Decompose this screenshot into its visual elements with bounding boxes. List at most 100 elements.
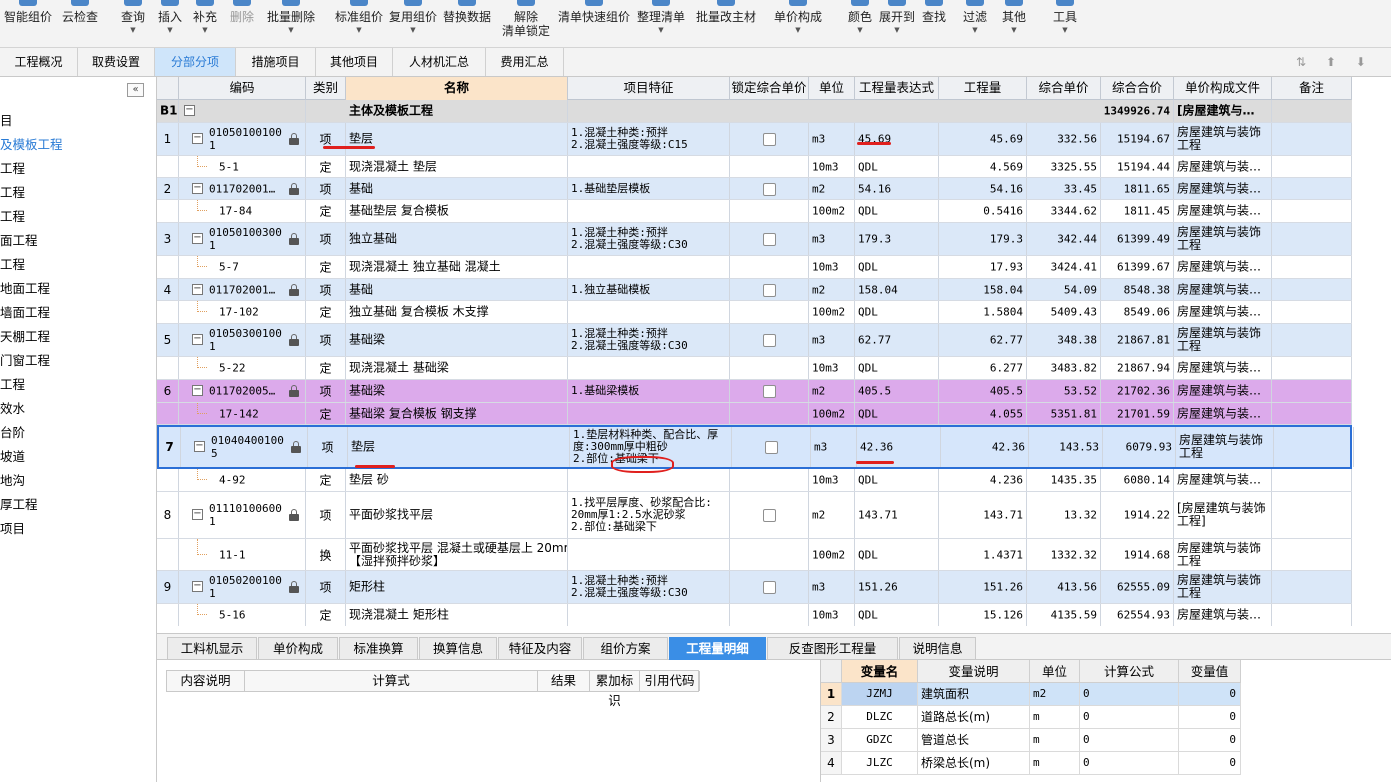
header-lock[interactable]: 锁定综合单价	[730, 77, 809, 100]
bottom-tab-5[interactable]: 组价方案	[583, 637, 668, 660]
header-feat[interactable]: 项目特征	[568, 77, 730, 100]
header-note[interactable]: 备注	[1272, 77, 1352, 100]
bottom-tab-6[interactable]: 工程量明细	[669, 637, 766, 660]
table-row[interactable]: 5-1 定 现浇混凝土 垫层 10m3 QDL 4.569 3325.55 15194.44 房…	[157, 156, 1352, 178]
toolbar-button-14[interactable]: 单价构成 ▼	[768, 0, 828, 34]
tab-2[interactable]: 分部分项	[155, 48, 236, 76]
table-row[interactable]: 4 −011702001… 项 基础 1.独立基础模板 m2 158.04 158.04 54.…	[157, 279, 1352, 301]
header-file[interactable]: 单价构成文件	[1174, 77, 1272, 100]
var-header-0[interactable]: 变量名	[842, 660, 918, 683]
tree-item[interactable]: 墙面工程	[0, 302, 50, 321]
var-cell[interactable]: m	[1030, 752, 1080, 774]
var-cell[interactable]: 桥梁总长(m)	[918, 752, 1030, 774]
var-cell[interactable]: 0	[1080, 706, 1179, 728]
header-unit[interactable]: 单位	[809, 77, 855, 100]
bottom-tab-3[interactable]: 换算信息	[419, 637, 497, 660]
var-cell[interactable]: 0	[1080, 729, 1179, 751]
bottom-tab-7[interactable]: 反查图形工程量	[767, 637, 898, 660]
toolbar-button-0[interactable]: 智能组价	[0, 0, 56, 24]
header-price[interactable]: 综合单价	[1027, 77, 1101, 100]
collapse-panel-icon[interactable]: «	[127, 83, 144, 97]
var-row[interactable]: 2 DLZC 道路总长(m) m 0 0	[821, 706, 1241, 729]
tab-0[interactable]: 工程概况	[0, 48, 78, 76]
tree-item[interactable]: 工程	[0, 374, 25, 393]
collapse-node-icon[interactable]: −	[194, 441, 205, 452]
tree-item[interactable]: 工程	[0, 158, 25, 177]
header-expr[interactable]: 工程量表达式	[855, 77, 939, 100]
tab-4[interactable]: 其他项目	[316, 48, 393, 76]
tree-item[interactable]: 台阶	[0, 422, 25, 441]
collapse-node-icon[interactable]: −	[192, 509, 203, 520]
lock-price-checkbox[interactable]	[765, 441, 778, 454]
calc-header-0[interactable]: 内容说明	[167, 671, 245, 691]
tree-item[interactable]: 门窗工程	[0, 350, 50, 369]
lock-price-checkbox[interactable]	[763, 581, 776, 594]
tree-item[interactable]: 地面工程	[0, 278, 50, 297]
var-row[interactable]: 1 JZMJ 建筑面积 m2 0 0	[821, 683, 1241, 706]
table-row[interactable]: 17-142 定 基础梁 复合模板 钢支撑 100m2 QDL 4.055 5351.81 2…	[157, 403, 1352, 425]
header-seq[interactable]	[157, 77, 179, 100]
var-cell[interactable]: GDZC	[842, 729, 918, 751]
toolbar-button-7[interactable]: 标准组价 ▼	[331, 0, 387, 34]
var-cell[interactable]: m2	[1030, 683, 1080, 705]
bottom-tab-4[interactable]: 特征及内容	[498, 637, 582, 660]
tree-item[interactable]: 工程	[0, 254, 25, 273]
toolbar-button-11[interactable]: 清单快速组价	[556, 0, 632, 24]
tree-item[interactable]: 地沟	[0, 470, 25, 489]
toolbar-button-8[interactable]: 复用组价 ▼	[387, 0, 439, 34]
tree-item[interactable]: 工程	[0, 182, 25, 201]
var-cell[interactable]: 建筑面积	[918, 683, 1030, 705]
table-row[interactable]: 6 −011702005… 项 基础梁 1.基础梁模板 m2 405.5 405.5 53.52…	[157, 380, 1352, 403]
toolbar-button-3[interactable]: 插入 ▼	[155, 0, 185, 34]
var-cell[interactable]: 0	[1080, 752, 1179, 774]
collapse-node-icon[interactable]: −	[192, 581, 203, 592]
toolbar-button-6[interactable]: 批量删除 ▼	[265, 0, 317, 34]
table-row[interactable]: 5-7 定 现浇混凝土 独立基础 混凝土 10m3 QDL 17.93 3424.41 613…	[157, 256, 1352, 279]
var-cell[interactable]: JZMJ	[842, 683, 918, 705]
table-row[interactable]: 1 −01050100100 1 项 垫层 1.混凝土种类:预拌 2.混凝土强度等级:C…	[157, 123, 1352, 156]
table-row[interactable]: 5 −01050300100 1 项 基础梁 1.混凝土种类:预拌 2.混凝土强度等级:…	[157, 324, 1352, 357]
tab-5[interactable]: 人材机汇总	[393, 48, 486, 76]
tab-6[interactable]: 费用汇总	[486, 48, 564, 76]
var-cell[interactable]: 0	[1179, 752, 1241, 774]
tree-item[interactable]: 厚工程	[0, 494, 38, 513]
header-total[interactable]: 综合合价	[1101, 77, 1174, 100]
collapse-node-icon[interactable]: −	[192, 283, 203, 295]
table-row[interactable]: 8 −01110100600 1 项 平面砂浆找平层 1.找平层厚度、砂浆配合比: 20…	[157, 492, 1352, 539]
calc-header-3[interactable]: 累加标识	[590, 671, 640, 708]
tree-item[interactable]: 天棚工程	[0, 326, 50, 345]
collapse-node-icon[interactable]: −	[192, 334, 203, 345]
row-move-arrows[interactable]: ⇅ ⬆ ⬇ ⇥	[1296, 48, 1391, 97]
collapse-node-icon[interactable]: −	[192, 133, 203, 144]
toolbar-button-1[interactable]: 云检查	[58, 0, 102, 24]
header-qty[interactable]: 工程量	[939, 77, 1027, 100]
lock-price-checkbox[interactable]	[763, 334, 776, 347]
bottom-tab-0[interactable]: 工料机显示	[167, 637, 257, 660]
collapse-node-icon[interactable]: −	[192, 182, 203, 194]
toolbar-button-18[interactable]: 过滤 ▼	[960, 0, 990, 34]
var-cell[interactable]: 0	[1080, 683, 1179, 705]
toolbar-button-5[interactable]: 删除	[228, 0, 256, 24]
lock-price-checkbox[interactable]	[763, 283, 776, 297]
tab-1[interactable]: 取费设置	[78, 48, 155, 76]
header-code[interactable]: 编码	[179, 77, 306, 100]
var-cell[interactable]: DLZC	[842, 706, 918, 728]
tree-item[interactable]: 目	[0, 110, 13, 129]
tree-item[interactable]: 面工程	[0, 230, 38, 249]
toolbar-button-12[interactable]: 整理清单 ▼	[635, 0, 687, 34]
table-row[interactable]: 3 −01050100300 1 项 独立基础 1.混凝土种类:预拌 2.混凝土强度等级…	[157, 223, 1352, 256]
var-cell[interactable]: 0	[1179, 706, 1241, 728]
toolbar-button-13[interactable]: 批量改主材	[690, 0, 762, 24]
header-name[interactable]: 名称	[346, 77, 568, 100]
table-row[interactable]: 5-22 定 现浇混凝土 基础梁 10m3 QDL 6.277 3483.82 21867.9…	[157, 357, 1352, 380]
var-header-1[interactable]: 变量说明	[918, 660, 1030, 683]
var-cell[interactable]: m	[1030, 706, 1080, 728]
toolbar-button-16[interactable]: 展开到 ▼	[877, 0, 917, 34]
var-header-4[interactable]: 变量值	[1179, 660, 1241, 683]
tree-item[interactable]: 项目	[0, 518, 25, 537]
tree-item[interactable]: 及模板工程	[0, 134, 63, 153]
table-row[interactable]: 4-92 定 垫层 砂 10m3 QDL 4.236 1435.35 6080.14 房屋建筑与…	[157, 469, 1352, 492]
section-row[interactable]: B1− 主体及模板工程 1349926.74 [房屋建筑与…	[157, 100, 1352, 123]
var-header-3[interactable]: 计算公式	[1080, 660, 1179, 683]
var-row[interactable]: 3 GDZC 管道总长 m 0 0	[821, 729, 1241, 752]
